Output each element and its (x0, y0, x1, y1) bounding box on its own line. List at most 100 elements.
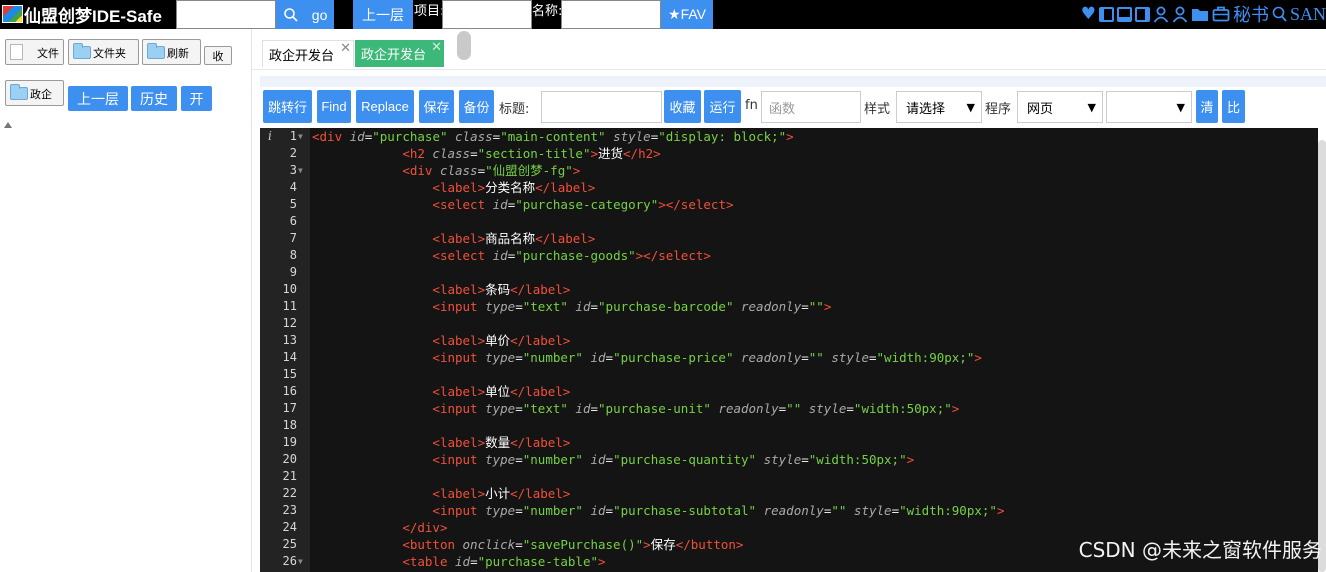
fold-arrow-icon[interactable]: ▼ (298, 128, 303, 145)
code-token: > (786, 129, 794, 144)
tree-caret-icon[interactable] (4, 122, 12, 128)
code-line[interactable]: 7 <label>商品名称</label> (260, 230, 1318, 247)
refresh-label: 刷新 (167, 47, 189, 60)
line-number: 24 (282, 520, 297, 534)
folder-icon[interactable] (1191, 7, 1209, 22)
compare-button[interactable]: 比 (1222, 90, 1245, 123)
code-text: <input type="text" id="purchase-unit" re… (312, 400, 959, 417)
line-number: 17 (282, 401, 297, 415)
code-editor[interactable]: i 1 ▼ <div id="purchase" class="main-conten… (260, 128, 1318, 572)
project-folder-button[interactable]: 政企 (5, 80, 64, 106)
line-number: 26 (282, 554, 297, 568)
user-alt-icon[interactable] (1172, 6, 1188, 23)
code-token: style (823, 350, 869, 365)
code-line[interactable]: 12 (260, 315, 1318, 332)
editor-scrollbar[interactable] (1318, 140, 1326, 572)
code-line[interactable]: 9 (260, 264, 1318, 281)
code-line[interactable]: 10 <label>条码</label> (260, 281, 1318, 298)
secretary-link[interactable]: 秘书 (1233, 1, 1269, 27)
code-text: <input type="number" id="purchase-quanti… (312, 451, 914, 468)
app-title: 仙盟创梦IDE-Safe (24, 7, 162, 26)
up-level-button[interactable]: 上一层 (353, 0, 413, 29)
code-line[interactable]: 20 <input type="number" id="purchase-qua… (260, 451, 1318, 468)
tab-dev-console-2[interactable]: 政企开发台 ✕ (355, 40, 444, 67)
code-line[interactable]: 16 <label>单位</label> (260, 383, 1318, 400)
code-line[interactable]: 19 <label>数量</label> (260, 434, 1318, 451)
history-button[interactable]: 历史 (131, 86, 177, 111)
code-token: <label> (432, 231, 486, 246)
run-button[interactable]: 运行 (704, 90, 741, 123)
code-text: </div> (312, 519, 447, 536)
code-token: "purchase-barcode" (598, 299, 734, 314)
fold-arrow-icon[interactable]: ▼ (298, 553, 303, 570)
line-number: 19 (282, 435, 297, 449)
program-select-value: 网页 (1027, 101, 1054, 117)
code-token: <table (402, 554, 455, 569)
code-line[interactable]: 22 <label>小计</label> (260, 485, 1318, 502)
code-token: </label> (510, 486, 571, 501)
clear-button[interactable]: 清 (1196, 90, 1218, 123)
code-line[interactable]: i 1 ▼ <div id="purchase" class="main-conten… (260, 128, 1318, 145)
name-input[interactable] (561, 0, 661, 29)
panel-bottom-icon[interactable] (1116, 6, 1132, 22)
fav-button[interactable]: ★FAV (661, 0, 713, 29)
go-button[interactable]: go (276, 0, 334, 29)
code-line[interactable]: 6 (260, 213, 1318, 230)
panel-left-icon[interactable] (1098, 6, 1114, 22)
new-folder-button[interactable]: 文件夹 (68, 39, 139, 65)
user-icon[interactable] (1153, 6, 1169, 23)
code-line[interactable]: 23 <input type="number" id="purchase-sub… (260, 502, 1318, 519)
line-number: 25 (282, 537, 297, 551)
style-select[interactable]: 请选择 ▼ (896, 91, 982, 123)
backup-button[interactable]: 备份 (459, 90, 494, 123)
san-link[interactable]: SAN (1290, 4, 1326, 25)
save-button[interactable]: 保存 (419, 90, 454, 123)
close-icon[interactable]: ✕ (340, 41, 351, 56)
code-line[interactable]: 13 <label>单价</label> (260, 332, 1318, 349)
goto-line-button[interactable]: 跳转行 (263, 90, 312, 123)
code-line[interactable]: 14 <input type="number" id="purchase-pri… (260, 349, 1318, 366)
collapse-button[interactable]: 收 (204, 46, 232, 65)
tab-scrollbar[interactable] (457, 31, 471, 60)
code-text: <div id="purchase" class="main-content" … (312, 128, 794, 145)
new-file-button[interactable]: 文件 (5, 39, 64, 65)
code-line[interactable]: 21 (260, 468, 1318, 485)
briefcase-icon[interactable] (1212, 6, 1230, 22)
path-input[interactable] (176, 0, 276, 29)
title-input[interactable] (541, 91, 662, 123)
heart-icon[interactable]: ♥ (1081, 4, 1096, 24)
collect-button[interactable]: 收藏 (664, 90, 701, 123)
refresh-button[interactable]: 刷新 (142, 39, 201, 65)
code-line[interactable]: 11 <input type="text" id="purchase-barco… (260, 298, 1318, 315)
function-placeholder: 函数 (769, 101, 796, 117)
code-token: = (868, 350, 877, 365)
chevron-down-icon: ▼ (1176, 101, 1185, 114)
code-line[interactable]: 4 <label>分类名称</label> (260, 179, 1318, 196)
extra-select[interactable]: ▼ (1106, 91, 1192, 123)
code-line[interactable]: 5 <select id="purchase-category"></selec… (260, 196, 1318, 213)
close-icon[interactable]: ✕ (431, 40, 442, 55)
program-select[interactable]: 网页 ▼ (1017, 91, 1103, 123)
function-input[interactable]: 函数 (761, 91, 861, 123)
project-input[interactable] (442, 0, 532, 29)
code-line[interactable]: 15 (260, 366, 1318, 383)
code-line[interactable]: 8 <select id="purchase-goods"></select> (260, 247, 1318, 264)
search-icon[interactable] (1272, 6, 1287, 22)
line-number: 5 (289, 197, 297, 211)
code-token: "width:50px;" (853, 401, 952, 416)
panel-right-icon[interactable] (1134, 6, 1150, 22)
code-text: <label>单位</label> (312, 383, 570, 400)
tab-dev-console-1[interactable]: 政企开发台 ✕ (262, 40, 354, 67)
find-button[interactable]: Find (317, 90, 351, 123)
code-line[interactable]: 2 <h2 class="section-title">进货</h2> (260, 145, 1318, 162)
open-button[interactable]: 开 (181, 86, 212, 111)
code-line[interactable]: 17 <input type="text" id="purchase-unit"… (260, 400, 1318, 417)
fold-arrow-icon[interactable]: ▼ (298, 162, 303, 179)
code-token: readonly (733, 350, 802, 365)
replace-button[interactable]: Replace (356, 90, 414, 123)
code-line[interactable]: 3 ▼ <div class="仙盟创梦-fg"> (260, 162, 1318, 179)
code-token: > (823, 299, 832, 314)
code-line[interactable]: 18 (260, 417, 1318, 434)
sidebar-up-level-button[interactable]: 上一层 (68, 86, 128, 111)
